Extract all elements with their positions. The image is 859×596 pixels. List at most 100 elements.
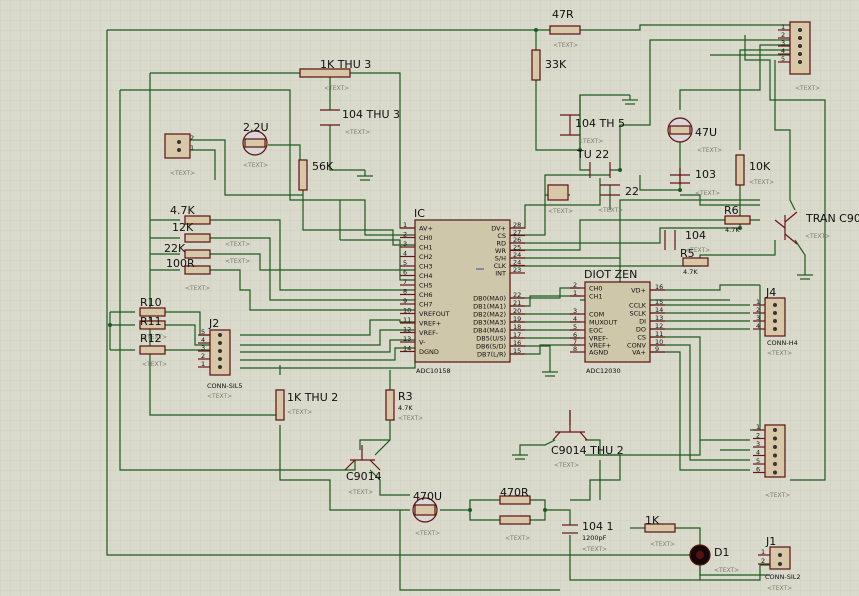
connector-pin	[773, 311, 777, 315]
ic1-pin-number: 15	[513, 347, 521, 355]
connector-pin	[773, 303, 777, 307]
connector-pin	[778, 553, 782, 557]
ic1-pin-number: 9	[403, 297, 407, 305]
ic2-pin-name: SCLK	[629, 310, 646, 318]
label-ic: IC	[414, 207, 425, 220]
ic1-pin-name: CH4	[419, 272, 433, 280]
label-33k: 33K	[545, 58, 567, 71]
ic-adc10158[interactable]: IC ADC10158 1 AV+ 2 CH0 3 CH1 4 CH2 5 CH3 6 CH4 7 CH5…	[400, 207, 525, 375]
connector-pin-number: 3	[756, 440, 760, 448]
label-103: 103	[695, 168, 716, 181]
ic2-pin-number: 13	[655, 314, 663, 322]
ic1-pin-number: 5	[403, 259, 407, 267]
electrolytic-2-2u[interactable]: 2.2U <TEXT>	[242, 121, 269, 169]
text-placeholder: <TEXT>	[345, 129, 370, 136]
ic2-pin-number: 1	[573, 289, 577, 297]
label-470r: 470R	[500, 486, 529, 499]
text-placeholder: <TEXT>	[685, 247, 710, 254]
connector-pin-number: 2	[756, 306, 760, 314]
text-placeholder: <TEXT>	[582, 546, 607, 553]
schematic-canvas[interactable]: 47R <TEXT> 33K 1K THU 3 <TEXT> 104 THU 3…	[0, 0, 859, 596]
ic2-pin-number: 2	[573, 281, 577, 289]
label-j4: J4	[765, 286, 776, 299]
ic1-pin-name: AV+	[419, 225, 433, 233]
connector-pin-number: 2	[761, 557, 765, 565]
connector-pin-number: 5	[781, 55, 785, 63]
ic2-pin-number: 5	[573, 323, 577, 331]
label-1k: 1K	[645, 514, 660, 527]
label-j2: J2	[208, 317, 219, 330]
ic2-pin-name: DO	[636, 326, 646, 334]
label-r3: R3	[398, 390, 413, 403]
text-placeholder: <TEXT>	[170, 170, 195, 177]
connector-pin	[773, 462, 777, 466]
ic1-pin-number: 2	[403, 231, 407, 239]
label-104-1: 104 1	[582, 520, 614, 533]
label-c9014: C9014	[346, 470, 382, 483]
ic1-pin-number: 16	[513, 339, 521, 347]
schematic-svg: 47R <TEXT> 33K 1K THU 3 <TEXT> 104 THU 3…	[0, 0, 859, 596]
text-placeholder: <TEXT>	[795, 85, 820, 92]
connector-pin	[218, 357, 222, 361]
resistor-r10[interactable]: R10	[139, 296, 166, 317]
ic1-pin-name: DB6(S/D)	[476, 343, 506, 351]
ic1-pin-name: VREF+	[419, 320, 441, 328]
ic1-pin-number: 1	[403, 221, 407, 229]
connector-pin	[773, 327, 777, 331]
connector-pin	[773, 470, 777, 475]
label-22k: 22K	[164, 242, 186, 255]
connector-pin-number: 1	[761, 548, 765, 556]
label-j2-type: CONN-SIL5	[207, 382, 243, 390]
connector-pin	[798, 28, 802, 32]
text-placeholder: <TEXT>	[287, 409, 312, 416]
connector-pin-number: 2	[781, 31, 785, 39]
resistor-10k[interactable]: 10K <TEXT>	[735, 154, 774, 186]
ic2-pin-number: 14	[655, 306, 663, 314]
label-c9014-thu2: C9014 THU 2	[551, 444, 624, 457]
ic1-pin-number: 19	[513, 315, 521, 323]
label-104-th5: 104 TH 5	[575, 117, 625, 130]
label-470u: 470U	[413, 490, 442, 503]
ic1-pin-name: DB2(MA2)	[473, 311, 506, 319]
connector-pin	[798, 52, 802, 56]
connector-pin	[773, 436, 777, 441]
text-placeholder: <TEXT>	[185, 285, 210, 292]
ic1-pin-number: 17	[513, 331, 521, 339]
ic1-pin-number: 23	[513, 266, 521, 274]
ic2-pin-name: EOC	[589, 327, 603, 335]
ic2-pin-name: AGND	[589, 349, 608, 357]
ic1-pin-name: CH6	[419, 291, 433, 299]
text-placeholder: <TEXT>	[225, 241, 250, 248]
label-4-7k: 4.7K	[170, 204, 195, 217]
connector-pin-number: 3	[756, 314, 760, 322]
ic1-pin-name: CH7	[419, 301, 433, 309]
ic1-pin-name: CH0	[419, 234, 433, 242]
ic1-pin-number: 8	[403, 288, 407, 296]
label-d1: D1	[714, 546, 729, 559]
label-tu22: TU 22	[576, 148, 609, 161]
text-placeholder: <TEXT>	[398, 415, 423, 422]
connector-pin-number: 1	[781, 23, 785, 31]
ic2-pin-number: 11	[655, 330, 663, 338]
ic1-pin-number: 20	[513, 307, 521, 315]
connector-pin-number: 4	[756, 449, 760, 457]
ic1-pin-number: 22	[513, 291, 521, 299]
connector-pin-number: 2	[756, 432, 760, 440]
ic2-pin-name: CS	[637, 334, 646, 342]
ic1-pin-number: 18	[513, 323, 521, 331]
ic1-pin-name: DB4(MA4)	[473, 327, 506, 335]
text-placeholder: <TEXT>	[142, 361, 167, 368]
ic1-pin-number: 14	[403, 345, 411, 353]
ic1-pin-name: DB1(MA1)	[473, 303, 506, 311]
label-j1-type: CONN-SIL2	[765, 573, 801, 581]
ic1-pin-name: DB5(U/S)	[476, 335, 506, 343]
ic1-pin-name: CH3	[419, 263, 433, 271]
ic1-pin-number: 7	[403, 278, 407, 286]
ic1-pin-name: VREF-	[419, 329, 439, 337]
ic2-pin-number: 16	[655, 283, 663, 291]
ic1-pin-name: CH5	[419, 282, 433, 290]
ic1-pin-number: 12	[403, 326, 411, 334]
ic1-pin-name: V-	[419, 339, 426, 347]
label-47u: 47U	[695, 126, 717, 139]
text-placeholder: <TEXT>	[415, 530, 440, 537]
